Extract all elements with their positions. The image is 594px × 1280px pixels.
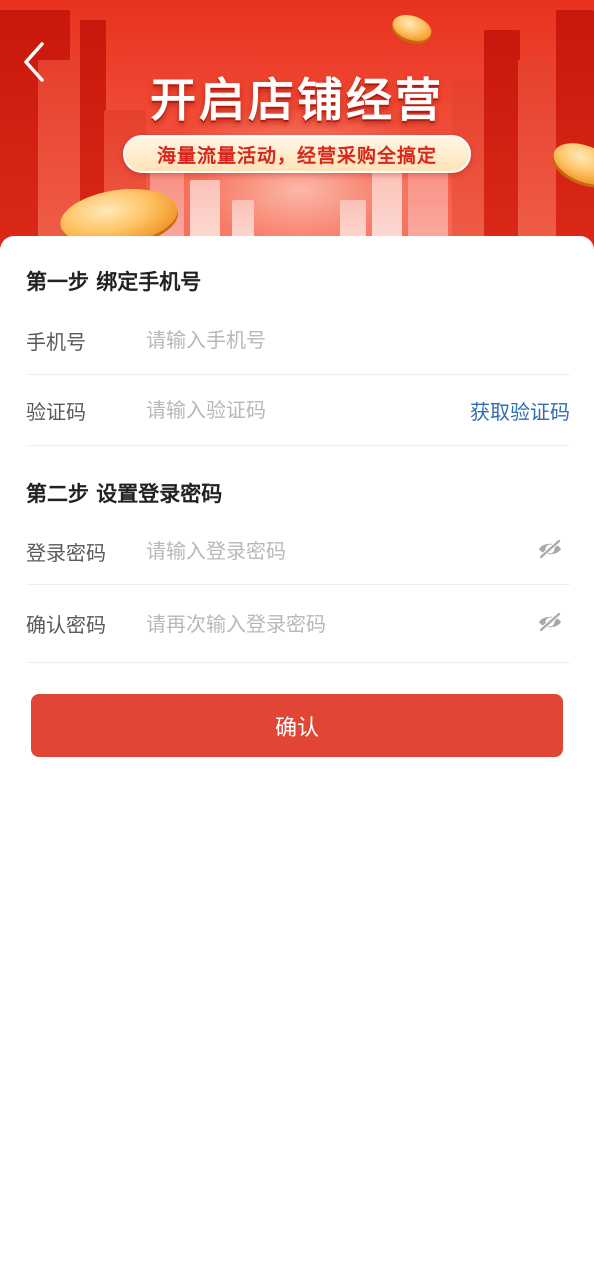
promo-banner: 开启店铺经营 海量流量活动，经营采购全搞定 <box>0 0 594 260</box>
banner-subtitle: 海量流量活动，经营采购全搞定 <box>156 144 437 167</box>
coin-decoration <box>389 10 435 46</box>
code-input[interactable] <box>146 398 470 422</box>
confirm-password-row: 确认密码 <box>26 585 570 663</box>
banner-subtitle-pill: 海量流量活动，经营采购全搞定 <box>123 135 471 173</box>
confirm-password-label: 确认密码 <box>26 613 106 637</box>
phone-label: 手机号 <box>26 329 86 354</box>
eye-off-icon <box>537 538 563 563</box>
confirm-password-input[interactable] <box>146 611 532 636</box>
confirm-button[interactable]: 确认 <box>31 694 563 757</box>
code-label: 验证码 <box>26 399 86 424</box>
step-two-title: 第二步 设置登录密码 <box>26 482 223 506</box>
register-store-page: 开启店铺经营 海量流量活动，经营采购全搞定 第一步 绑定手机号 手机号 验证码 … <box>0 0 594 1280</box>
confirm-password-visibility-toggle[interactable] <box>532 606 568 642</box>
get-code-button[interactable]: 获取验证码 <box>470 396 570 425</box>
password-row: 登录密码 <box>26 518 570 585</box>
confirm-button-label: 确认 <box>274 715 319 741</box>
step-one-title: 第一步 绑定手机号 <box>26 270 202 294</box>
phone-input[interactable] <box>146 328 570 352</box>
password-visibility-toggle[interactable] <box>532 533 568 569</box>
password-input[interactable] <box>146 539 532 563</box>
building-decoration <box>556 10 594 260</box>
eye-off-icon <box>537 611 563 636</box>
form-card: 第一步 绑定手机号 手机号 验证码 获取验证码 第二步 设置登录密码 登录密码 <box>0 236 594 1280</box>
code-row: 验证码 获取验证码 <box>26 375 570 446</box>
password-label: 登录密码 <box>26 540 106 565</box>
phone-row: 手机号 <box>26 306 570 375</box>
banner-title: 开启店铺经营 <box>150 73 444 127</box>
